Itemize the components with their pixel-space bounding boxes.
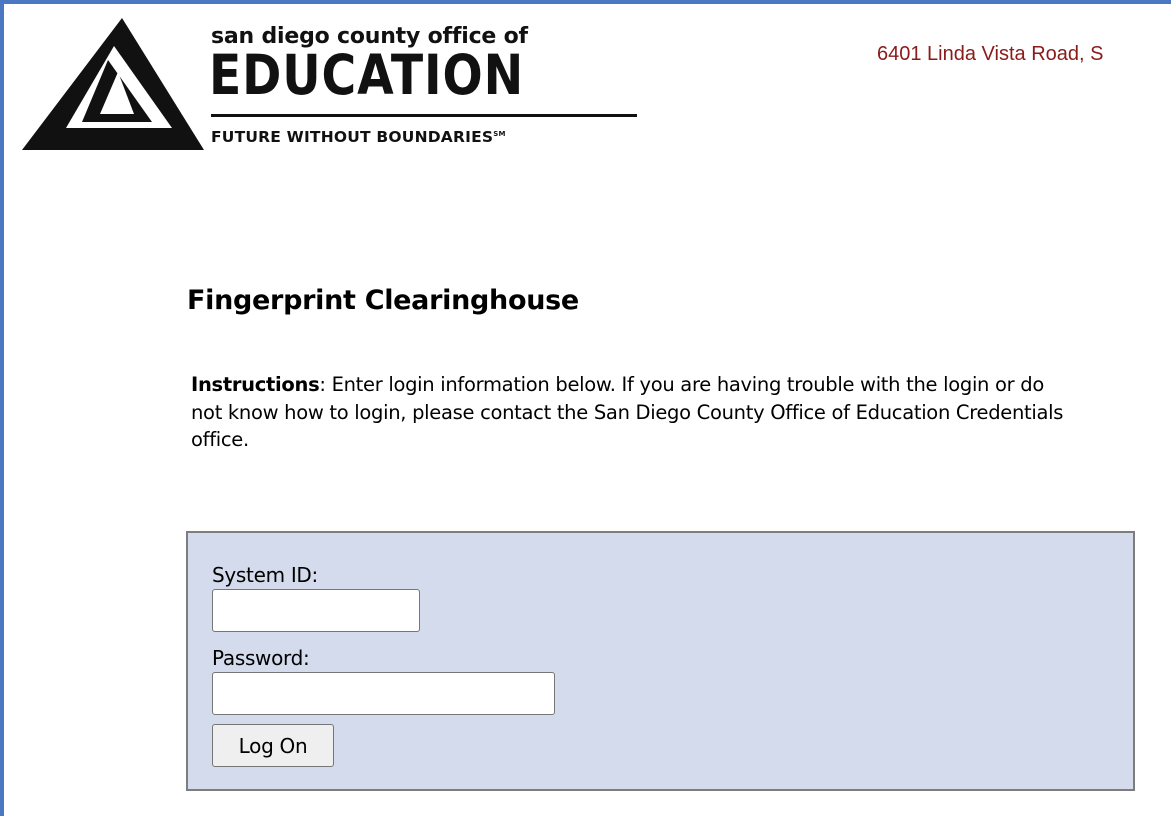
logo-divider xyxy=(211,114,637,117)
logo-tagline: FUTURE WITHOUT BOUNDARIESSM xyxy=(211,128,506,146)
sdcoe-triangle-logo-icon xyxy=(22,18,204,150)
instructions-label: Instructions xyxy=(191,373,320,396)
instructions: Instructions: Enter login information be… xyxy=(191,371,1071,454)
log-on-button[interactable]: Log On xyxy=(212,724,334,767)
system-id-input[interactable] xyxy=(212,589,420,632)
password-label: Password: xyxy=(212,646,310,670)
page-title: Fingerprint Clearinghouse xyxy=(187,285,579,316)
logo-main-word: EDUCATION xyxy=(209,43,525,107)
logo-tagline-text: FUTURE WITHOUT BOUNDARIES xyxy=(211,128,494,146)
browser-frame: san diego county office of EDUCATION FUT… xyxy=(0,0,1171,816)
password-input[interactable] xyxy=(212,672,555,715)
login-panel: System ID: Password: Log On xyxy=(186,531,1135,791)
header-address: 6401 Linda Vista Road, S xyxy=(877,43,1104,65)
instructions-text: : Enter login information below. If you … xyxy=(191,373,1064,451)
service-mark: SM xyxy=(493,129,506,138)
system-id-label: System ID: xyxy=(212,563,318,587)
